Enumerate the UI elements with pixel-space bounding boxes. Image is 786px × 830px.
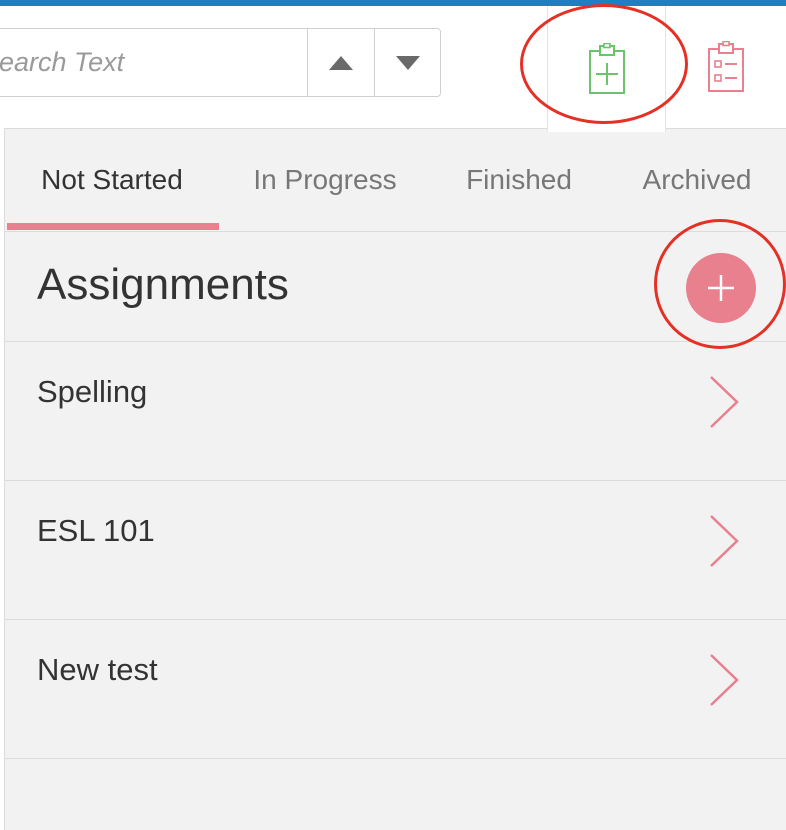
assignment-list: Spelling ESL 101 New test [5,342,786,759]
triangle-down-icon [396,55,420,70]
search-previous-button[interactable] [307,29,374,96]
list-item[interactable]: Spelling [5,342,786,481]
assignment-name: ESL 101 [37,513,155,548]
search-input-clip [0,29,307,96]
assignment-list-tab[interactable] [666,6,786,128]
clipboard-plus-icon [588,43,625,94]
search-input-wrapper [0,29,307,96]
search-next-button[interactable] [374,29,440,96]
main-panel: Not Started In Progress Finished Archive… [4,128,786,830]
list-item[interactable]: ESL 101 [5,481,786,620]
tab-label: Finished [466,164,572,195]
clipboard-list-icon [708,41,744,92]
tab-archived[interactable]: Archived [617,129,777,231]
tab-not-started[interactable]: Not Started [5,129,219,231]
tab-finished[interactable]: Finished [439,129,599,231]
status-tabs: Not Started In Progress Finished Archive… [5,129,786,232]
tab-in-progress[interactable]: In Progress [227,129,423,231]
plus-icon [708,275,734,301]
assignment-name: Spelling [37,374,148,409]
toolbar [0,6,786,132]
add-assignment-button[interactable] [686,253,756,323]
section-header: Assignments [5,232,786,342]
triangle-up-icon [329,55,353,70]
tab-label: Archived [642,164,752,195]
tab-label: Not Started [41,164,183,195]
search-input[interactable] [0,29,307,96]
chevron-right-icon [710,515,739,567]
new-assignment-tab[interactable] [547,6,666,132]
chevron-right-icon [710,376,739,428]
tab-label: In Progress [253,164,397,195]
assignment-name: New test [37,652,158,687]
list-item[interactable]: New test [5,620,786,759]
search-box [0,28,441,97]
active-tab-indicator [7,223,219,230]
chevron-right-icon [710,654,739,706]
page-title: Assignments [37,260,289,309]
